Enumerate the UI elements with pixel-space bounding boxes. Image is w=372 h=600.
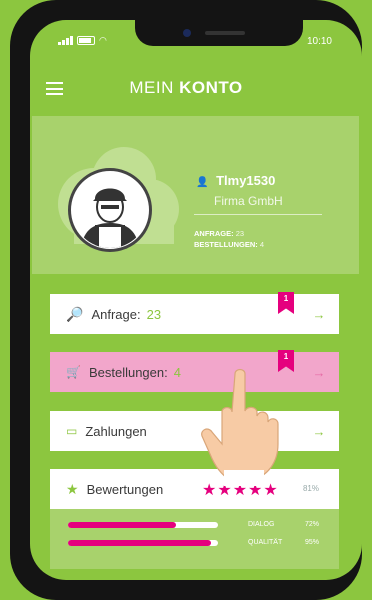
wallet-icon: ▭ — [66, 424, 78, 438]
title-light: MEIN — [129, 78, 180, 97]
profile-divider — [194, 214, 322, 215]
rating-label: DIALOG — [248, 521, 275, 528]
star-icon: ★ — [66, 480, 79, 497]
card-label: Bestellungen: — [88, 364, 168, 380]
username: Tlmy1530 — [216, 173, 276, 188]
notification-badge: 1 — [278, 292, 294, 314]
rating-percent: 95% — [304, 539, 319, 546]
app-header: MEIN KONTO — [20, 62, 352, 114]
username-row: 👤 Tlmy1530 — [196, 173, 275, 188]
rating-percent: 81% — [302, 484, 319, 493]
cart-icon: 🛒 — [66, 365, 81, 379]
card-label: Zahlungen — [85, 423, 147, 439]
card-bewertungen[interactable]: ★ Bewertungen ★★★★★ 81% — [50, 469, 339, 509]
rating-bar-qualitaet — [68, 540, 218, 546]
camera-dot — [183, 29, 191, 37]
card-label: Bewertungen — [86, 481, 164, 497]
stat-requests: ANFRAGE: 23 — [194, 229, 245, 238]
signal-icon — [58, 36, 73, 45]
stat-orders: BESTELLUNGEN: 4 — [194, 240, 265, 249]
ratings-panel: DIALOG 72% QUALITÄT 95% — [50, 509, 339, 569]
wifi-icon: ◠ — [99, 35, 107, 45]
card-anfrage[interactable]: 🔎 Anfrage: 23 1 → — [50, 292, 339, 334]
user-icon: 👤 — [196, 177, 209, 188]
card-zahlungen[interactable]: ▭ Zahlungen → — [50, 411, 339, 451]
avatar[interactable] — [68, 168, 152, 252]
status-time: 10:10 — [306, 36, 332, 47]
magnifier-icon: 🔎 — [66, 305, 84, 322]
notch — [135, 20, 303, 46]
rating-label: QUALITÄT — [248, 539, 283, 546]
battery-icon — [77, 36, 95, 45]
card-bestellungen[interactable]: 🛒 Bestellungen: 4 1 → — [50, 350, 339, 392]
arrow-right-icon[interactable]: → — [309, 421, 329, 441]
pointing-hand-icon — [201, 368, 279, 486]
title-bold: KONTO — [179, 78, 243, 97]
card-count: 4 — [173, 364, 181, 380]
rating-bar-dialog — [68, 522, 218, 528]
card-label: Anfrage: — [91, 306, 141, 322]
arrow-right-icon[interactable]: → — [309, 362, 329, 382]
rating-percent: 72% — [304, 521, 319, 528]
company-name: Firma GmbH — [214, 194, 283, 208]
page-title: MEIN KONTO — [20, 78, 352, 98]
speaker-grille — [205, 31, 245, 35]
arrow-right-icon[interactable]: → — [309, 304, 329, 324]
card-count: 23 — [146, 306, 162, 322]
worker-avatar-icon — [81, 188, 139, 248]
status-icons: ◠ — [58, 35, 107, 46]
